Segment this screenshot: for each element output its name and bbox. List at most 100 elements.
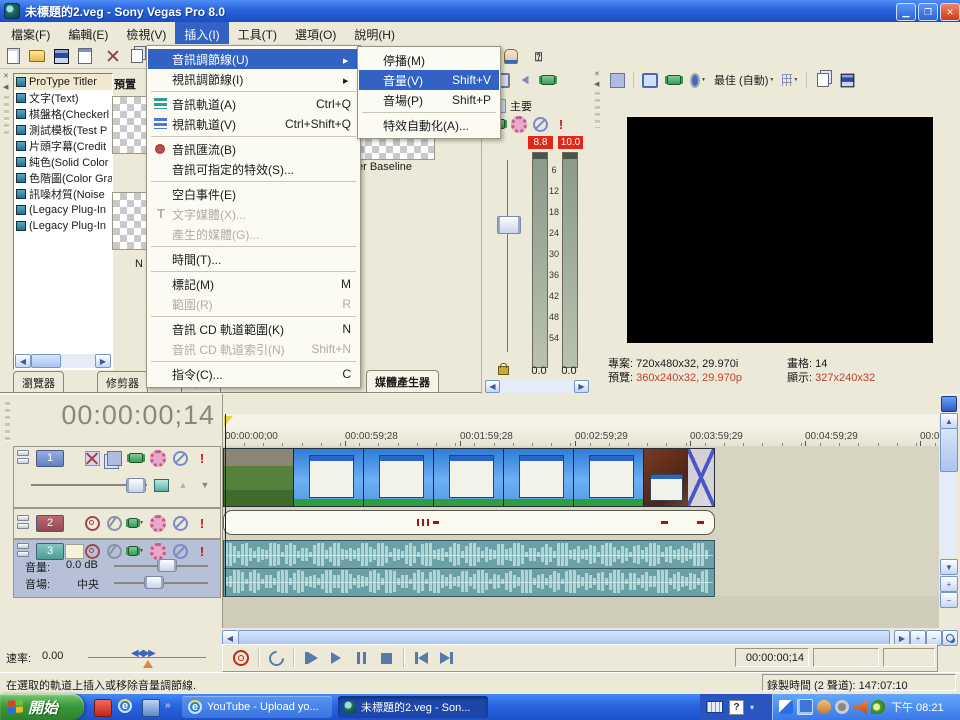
generator-plugin-item[interactable]: 訊噪材質(Noise <box>14 186 112 202</box>
insert-menu-item[interactable]: 視訊軌道(V)Ctrl+Shift+Q <box>148 114 359 134</box>
preview-quality-dropdown[interactable]: 最佳 (自動) <box>714 72 774 88</box>
composite-mode-icon[interactable] <box>153 477 169 493</box>
minimize-button[interactable]: ▁ <box>896 3 916 21</box>
insert-fx-icon[interactable] <box>540 72 556 88</box>
go-to-end-button[interactable] <box>438 650 454 666</box>
generator-plugin-item[interactable]: 片頭字幕(Credit <box>14 138 112 154</box>
track-number-badge[interactable]: 2 <box>36 515 64 532</box>
fader-lock-icon[interactable] <box>498 366 509 375</box>
insert-menu-item[interactable]: 標記(M)M <box>148 274 359 294</box>
pause-button[interactable] <box>353 650 369 666</box>
peak-meter-left-value[interactable]: 8.8 <box>528 136 553 149</box>
bypass-motion-blur-icon[interactable] <box>84 450 100 466</box>
keyboard-layout-icon[interactable] <box>706 701 723 713</box>
audio-envelope-submenu-item[interactable]: 音場(P)Shift+P <box>359 90 499 110</box>
make-composite-child-icon[interactable] <box>175 477 191 493</box>
track-fx-icon[interactable] <box>128 450 144 466</box>
menubar-item-4[interactable]: 插入(I) <box>175 22 228 44</box>
arm-record-icon[interactable] <box>84 543 100 559</box>
video-thumbnail-field[interactable] <box>224 449 294 506</box>
track-number-badge[interactable]: 1 <box>36 450 64 467</box>
track-minimize-icon[interactable] <box>17 543 29 557</box>
timeline-hscrollbar[interactable]: ◀ ▶ + − <box>222 630 958 645</box>
arm-record-icon[interactable] <box>84 515 100 531</box>
track-minimize-icon[interactable] <box>17 515 29 529</box>
record-button[interactable] <box>233 650 249 666</box>
tray-network-icon[interactable] <box>797 699 813 715</box>
selection-end-box[interactable] <box>813 648 879 667</box>
track-number-badge[interactable]: 3 <box>36 543 64 560</box>
solo-icon[interactable]: ! <box>194 543 210 559</box>
rate-pointer-icon[interactable] <box>143 660 153 668</box>
video-thumbnail-desktop[interactable] <box>434 449 504 506</box>
insert-menu-item[interactable]: 音訊軌道(A)Ctrl+Q <box>148 94 359 114</box>
new-project-button[interactable] <box>4 47 22 65</box>
cursor-time-box[interactable]: 00:00:00;14 <box>735 648 809 667</box>
invert-phase-icon[interactable] <box>106 543 122 559</box>
stop-button[interactable] <box>378 650 394 666</box>
timeline-time-display[interactable]: 00:00:00;14 <box>30 400 215 440</box>
solo-icon[interactable]: ! <box>194 450 210 466</box>
preview-grip[interactable] <box>595 92 600 128</box>
mute-icon[interactable] <box>532 116 548 132</box>
cut-button[interactable] <box>104 47 122 65</box>
play-button[interactable] <box>328 650 344 666</box>
track-header-3[interactable]: 3 ! 音量: 0.0 dB 音場: 中央 <box>13 539 221 598</box>
video-event[interactable] <box>223 448 715 507</box>
track-minimize-icon[interactable] <box>17 450 29 464</box>
peak-meter-right-value[interactable]: 10.0 <box>558 136 583 149</box>
scroll-up-icon[interactable]: ▲ <box>940 413 958 429</box>
track-name-box[interactable] <box>65 544 84 559</box>
generator-plugin-item[interactable]: 色階圖(Color Gra <box>14 170 112 186</box>
insert-menu-item[interactable]: 音訊 CD 軌道範圍(K)N <box>148 319 359 339</box>
automation-gear-icon[interactable] <box>150 543 166 559</box>
video-thumbnail-desktop[interactable] <box>364 449 434 506</box>
zoom-in-vertical-icon[interactable]: + <box>940 576 958 592</box>
audio-event-2[interactable] <box>223 510 715 535</box>
language-options-icon[interactable]: ▾ <box>750 703 754 712</box>
tray-volume-icon[interactable] <box>853 700 867 714</box>
normal-edit-tool-button[interactable] <box>502 47 520 65</box>
close-button[interactable]: ✕ <box>940 3 960 21</box>
loop-playback-button[interactable] <box>268 650 284 666</box>
quick-launch-icon-3[interactable] <box>142 699 160 717</box>
empty-lane-area[interactable] <box>223 596 939 628</box>
generator-plugin-item[interactable]: 棋盤格(Checkerl <box>14 106 112 122</box>
taskbar-task-2[interactable]: 未標題的2.veg - Son... <box>338 696 488 718</box>
audio-envelope-submenu-item[interactable]: 停播(M) <box>359 50 499 70</box>
quick-launch-ie-icon[interactable]: e <box>118 699 134 715</box>
start-button[interactable]: 開始 <box>0 694 84 720</box>
scrollbar-thumb[interactable] <box>940 428 958 472</box>
track-fx-icon[interactable] <box>128 543 144 559</box>
scrollbar-track[interactable] <box>500 380 574 393</box>
downmix-output-icon[interactable] <box>517 72 533 88</box>
audio-event-3[interactable] <box>223 540 715 597</box>
tray-arrow-icon[interactable] <box>779 700 793 714</box>
quick-launch-icon-1[interactable] <box>94 699 112 717</box>
copy-snapshot-icon[interactable] <box>815 72 831 88</box>
insert-menu-item[interactable]: 時間(T)... <box>148 249 359 269</box>
generator-plugin-item[interactable]: (Legacy Plug-In <box>14 218 112 234</box>
panel-close-icon[interactable]: ✕ <box>594 70 602 78</box>
panel-collapse-icon[interactable]: ◀ <box>594 80 602 88</box>
timeline-lanes[interactable]: 00:00:00;0000:00:59;2800:01:59;2800:02:5… <box>222 394 939 628</box>
menubar-item-6[interactable]: 選項(O) <box>286 22 345 44</box>
scroll-right-icon[interactable]: ▶ <box>574 380 589 393</box>
audio-envelope-submenu-item[interactable]: 音量(V)Shift+V <box>359 70 499 90</box>
menubar-item-7[interactable]: 說明(H) <box>345 22 404 44</box>
solo-icon[interactable]: ! <box>553 116 569 132</box>
rate-scrub-icon[interactable]: ◀◀▶▶ <box>131 648 154 659</box>
insert-menu-item[interactable]: 空白事件(E) <box>148 184 359 204</box>
external-monitor-icon[interactable] <box>642 72 658 88</box>
pin-panel-icon[interactable] <box>941 396 957 412</box>
video-output-fx-icon[interactable] <box>666 72 682 88</box>
menubar-item-2[interactable]: 編輯(E) <box>59 22 117 44</box>
volume-slider-handle[interactable] <box>157 559 177 572</box>
insert-menu-item[interactable]: 音訊可指定的特效(S)... <box>148 159 359 179</box>
insert-menu-item[interactable]: 音訊調節線(U) <box>148 49 359 69</box>
copy-button[interactable] <box>128 47 146 65</box>
menubar-item-3[interactable]: 檢視(V) <box>117 22 175 44</box>
language-help-icon[interactable]: ? <box>729 700 744 715</box>
tray-nvidia-icon[interactable] <box>871 700 885 714</box>
track-motion-icon[interactable] <box>106 450 122 466</box>
